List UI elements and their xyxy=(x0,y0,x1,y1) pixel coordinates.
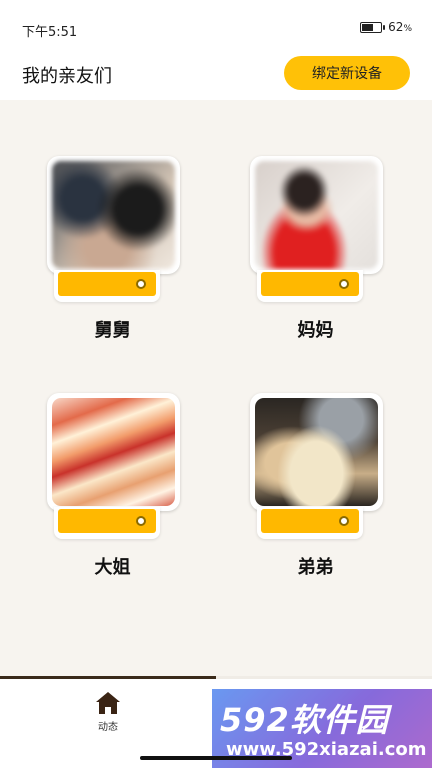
status-time: 下午5:51 xyxy=(22,25,78,40)
device-photo xyxy=(52,398,175,506)
photo-frame xyxy=(47,156,180,274)
tab-feed[interactable]: 动态 xyxy=(0,690,216,733)
device-photo xyxy=(52,161,175,269)
home-indicator xyxy=(140,756,292,760)
device-name: 弟弟 xyxy=(297,557,334,578)
frame-stand xyxy=(257,270,363,302)
status-bar: 下午5:51 62% xyxy=(0,0,432,52)
frame-stand xyxy=(54,507,160,539)
watermark-title: 592软件园 xyxy=(220,701,389,739)
status-dot-icon xyxy=(136,279,146,289)
frame-stand xyxy=(257,507,363,539)
status-dot-icon xyxy=(339,279,349,289)
home-icon xyxy=(96,692,120,714)
device-photo xyxy=(255,398,378,506)
header: 我的亲友们 绑定新设备 xyxy=(0,52,432,100)
battery-percent: 62% xyxy=(388,20,412,34)
page-title: 我的亲友们 xyxy=(22,66,112,87)
device-name: 舅舅 xyxy=(94,320,131,341)
photo-frame xyxy=(47,393,180,511)
tab-label: 动态 xyxy=(98,722,118,733)
status-dot-icon xyxy=(136,516,146,526)
frame-stand xyxy=(54,270,160,302)
device-photo xyxy=(255,161,378,269)
status-dot-icon xyxy=(339,516,349,526)
photo-frame xyxy=(250,156,383,274)
device-name: 妈妈 xyxy=(297,320,334,341)
bind-new-device-button[interactable]: 绑定新设备 xyxy=(284,56,410,90)
battery-fill xyxy=(362,23,373,31)
status-indicators: 62% xyxy=(360,20,412,34)
photo-frame xyxy=(250,393,383,511)
device-name: 大姐 xyxy=(94,557,131,578)
battery-icon xyxy=(360,21,386,33)
active-tab-indicator xyxy=(0,676,216,679)
